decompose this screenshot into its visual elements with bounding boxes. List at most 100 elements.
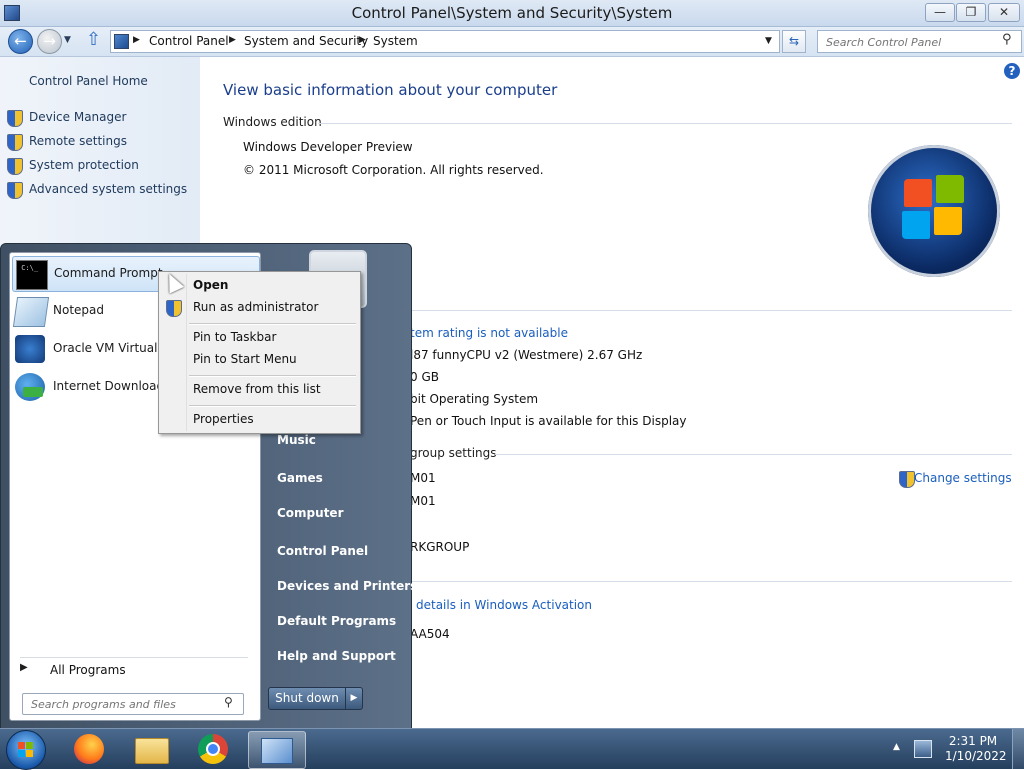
menu-item-pin-to-taskbar[interactable]: Pin to Taskbar	[193, 330, 276, 344]
system-rating-link[interactable]: tem rating is not available	[410, 326, 568, 340]
change-settings-link[interactable]: Change settings	[914, 471, 1012, 485]
command-prompt-icon: C:\_	[16, 260, 48, 290]
internet-download-manager-icon	[15, 373, 45, 401]
menu-separator	[189, 323, 356, 325]
start-link-games[interactable]: Games	[277, 471, 323, 485]
menu-separator	[189, 375, 356, 377]
breadcrumb-separator-icon: ▶	[229, 35, 236, 45]
help-icon[interactable]: ?	[1004, 63, 1020, 79]
virtualbox-icon	[15, 335, 45, 363]
taskbar-firefox[interactable]	[62, 731, 118, 767]
menu-item-remove-from-this-list[interactable]: Remove from this list	[193, 382, 321, 396]
system-protection-link[interactable]: System protection	[29, 158, 139, 172]
search-control-panel[interactable]: ⚲	[817, 30, 1022, 53]
folder-icon	[135, 738, 169, 764]
system-clock[interactable]: 2:31 PM 1/10/2022	[945, 734, 1007, 764]
refresh-button[interactable]: ⇆	[782, 30, 806, 53]
control-panel-icon	[114, 34, 129, 49]
all-programs-button[interactable]: ▶ All Programs	[20, 657, 248, 680]
program-label: Oracle VM VirtualBox	[53, 341, 165, 355]
workgroup-settings-heading: group settings	[410, 446, 497, 460]
show-hidden-icons-icon[interactable]: ▲	[893, 742, 900, 752]
section-divider	[410, 581, 1012, 582]
close-button[interactable]: ✕	[988, 3, 1020, 22]
advanced-system-settings-link[interactable]: Advanced system settings	[29, 182, 187, 196]
start-button[interactable]	[6, 730, 46, 770]
windows-flag-icon	[18, 742, 25, 749]
start-link-computer[interactable]: Computer	[277, 506, 343, 520]
start-link-default-programs[interactable]: Default Programs	[277, 614, 396, 628]
device-manager-link[interactable]: Device Manager	[29, 110, 126, 124]
breadcrumb-control-panel[interactable]: Control Panel	[149, 34, 229, 48]
context-menu-gutter	[186, 274, 187, 431]
recent-pages-dropdown[interactable]: ▼	[64, 35, 71, 45]
processor-value: l87 funnyCPU v2 (Westmere) 2.67 GHz	[410, 348, 643, 362]
address-bar: ← → ▼ ⇧ ▶ Control Panel ▶ System and Sec…	[0, 27, 1024, 57]
system-type-value: bit Operating System	[410, 392, 539, 406]
forward-arrow-icon: →	[43, 32, 56, 50]
menu-item-properties[interactable]: Properties	[193, 412, 254, 426]
show-desktop-button[interactable]	[1012, 729, 1024, 769]
context-menu: Open Run as administrator Pin to Taskbar…	[158, 271, 361, 434]
menu-item-run-as-administrator[interactable]: Run as administrator	[193, 300, 318, 314]
shield-icon	[7, 110, 23, 127]
notepad-icon	[12, 297, 50, 327]
start-link-music[interactable]: Music	[277, 433, 316, 447]
control-panel-home-link[interactable]: Control Panel Home	[29, 74, 148, 88]
start-link-control-panel[interactable]: Control Panel	[277, 544, 368, 558]
taskbar-control-panel[interactable]	[248, 731, 306, 769]
all-programs-label: All Programs	[50, 663, 126, 677]
menu-item-open[interactable]: Open	[193, 278, 228, 292]
activation-details-link[interactable]: details in Windows Activation	[416, 598, 592, 612]
menu-item-pin-to-start-menu[interactable]: Pin to Start Menu	[193, 352, 297, 366]
shut-down-options-button[interactable]: ▶	[345, 687, 363, 710]
shield-icon	[166, 300, 182, 317]
shield-icon	[7, 134, 23, 151]
refresh-icon: ⇆	[788, 34, 800, 48]
edition-name: Windows Developer Preview	[243, 140, 413, 154]
back-button[interactable]: ←	[8, 29, 33, 54]
program-label: Command Prompt	[54, 266, 163, 280]
back-arrow-icon: ←	[14, 32, 27, 50]
taskbar-file-explorer[interactable]	[124, 731, 180, 767]
copyright-text: © 2011 Microsoft Corporation. All rights…	[243, 163, 544, 177]
clock-date: 1/10/2022	[945, 749, 1007, 763]
windows-edition-heading: Windows edition	[223, 115, 322, 129]
breadcrumb-system[interactable]: System	[373, 34, 418, 48]
firefox-icon	[74, 734, 104, 764]
product-id-value: AA504	[410, 627, 450, 641]
minimize-button[interactable]: —	[925, 3, 955, 22]
section-divider	[410, 310, 1012, 311]
program-label: Notepad	[53, 303, 104, 317]
address-dropdown-icon[interactable]: ▼	[765, 36, 772, 46]
forward-button[interactable]: →	[37, 29, 62, 54]
start-link-help-and-support[interactable]: Help and Support	[277, 649, 396, 663]
search-icon[interactable]: ⚲	[1002, 32, 1012, 47]
start-search-input[interactable]	[29, 696, 213, 713]
breadcrumb-system-and-security[interactable]: System and Security	[244, 34, 368, 48]
section-divider	[495, 454, 1012, 455]
breadcrumb-separator-icon: ▶	[133, 35, 140, 45]
menu-separator	[189, 405, 356, 407]
maximize-icon: ❐	[965, 5, 977, 19]
close-icon: ✕	[998, 5, 1010, 19]
start-link-devices-and-printers[interactable]: Devices and Printers	[277, 579, 417, 593]
windows-logo-icon	[868, 145, 1000, 277]
breadcrumb-separator-icon: ▶	[359, 35, 366, 45]
remote-settings-link[interactable]: Remote settings	[29, 134, 127, 148]
shield-icon	[899, 471, 915, 488]
search-icon[interactable]: ⚲	[224, 695, 233, 709]
shield-icon	[7, 158, 23, 175]
maximize-button[interactable]: ❐	[956, 3, 986, 22]
start-search-box[interactable]: ⚲	[22, 693, 244, 715]
taskbar-chrome[interactable]	[186, 731, 242, 767]
shut-down-button[interactable]: Shut down	[268, 687, 346, 710]
workgroup-value: RKGROUP	[410, 540, 470, 554]
address-field[interactable]: ▶ Control Panel ▶ System and Security ▶ …	[110, 30, 780, 53]
search-input[interactable]	[824, 33, 998, 51]
network-icon[interactable]	[914, 740, 932, 758]
title-bar: Control Panel\System and Security\System…	[0, 0, 1024, 27]
shield-icon	[7, 182, 23, 199]
up-arrow-icon[interactable]: ⇧	[86, 29, 101, 50]
ram-value: 0 GB	[410, 370, 439, 384]
